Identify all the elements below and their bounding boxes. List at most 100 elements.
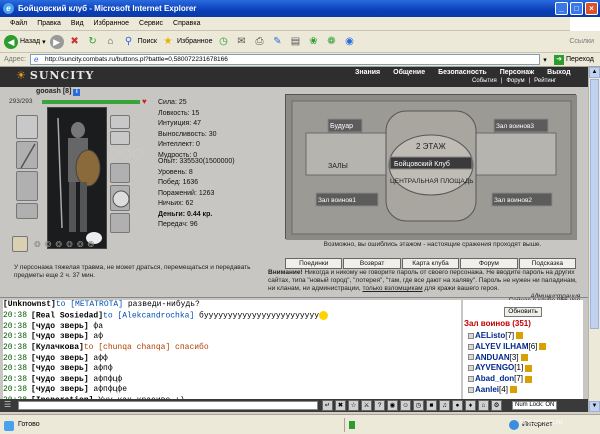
- scroll-up-icon[interactable]: ▲: [589, 67, 600, 78]
- chat-nick[interactable]: [чудо зверь]: [31, 354, 89, 363]
- chat-nick[interactable]: [чудо зверь]: [31, 385, 89, 394]
- filter-icon[interactable]: ☆: [348, 400, 359, 411]
- chat-nick[interactable]: [чудо зверь]: [31, 322, 89, 331]
- warning-link[interactable]: только взломщикам: [362, 285, 422, 292]
- smiley-icon[interactable]: ☺: [400, 400, 411, 411]
- back-button[interactable]: ◀ Назад ▾: [4, 34, 46, 49]
- dropdown-arrow-icon[interactable]: ▾: [42, 38, 46, 46]
- helmet-slot[interactable]: [16, 115, 38, 139]
- private-message-icon[interactable]: [468, 376, 474, 383]
- go-button[interactable]: ➜ Переход: [550, 54, 600, 65]
- menu-file[interactable]: Файл: [10, 20, 27, 27]
- player-row[interactable]: AEListo[7]: [468, 331, 546, 342]
- close-button[interactable]: ×: [585, 2, 598, 15]
- enter-icon[interactable]: ↵: [322, 400, 333, 411]
- private-message-icon[interactable]: [468, 332, 474, 339]
- map-central-square[interactable]: ЦЕНТРАЛЬНАЯ ПЛОЩАДЬ: [390, 178, 474, 185]
- minimize-button[interactable]: _: [555, 2, 568, 15]
- player-name[interactable]: Abad_don: [475, 374, 514, 383]
- scroll-down-icon[interactable]: ▼: [589, 401, 600, 412]
- settings-icon[interactable]: ⚙: [491, 400, 502, 411]
- maximize-button[interactable]: □: [570, 2, 583, 15]
- chat-recipient[interactable]: to [Alekcandrochka]: [103, 311, 194, 320]
- speaker-icon[interactable]: ♫: [439, 400, 450, 411]
- menu-view[interactable]: Вид: [71, 20, 84, 27]
- menu-tools[interactable]: Сервис: [139, 20, 163, 27]
- chat-recipient[interactable]: to [METATROTA]: [56, 300, 123, 309]
- character-avatar[interactable]: [47, 107, 107, 249]
- clear-icon[interactable]: ✖: [335, 400, 346, 411]
- home-game-icon[interactable]: ⌂: [478, 400, 489, 411]
- chat-time[interactable]: 20:38: [3, 375, 27, 384]
- palette-icon[interactable]: ◉: [387, 400, 398, 411]
- chat-nick[interactable]: [чудо зверь]: [31, 375, 89, 384]
- chat-time[interactable]: 20:38: [3, 322, 27, 331]
- armor-slot[interactable]: [16, 171, 38, 201]
- chat-time[interactable]: 20:38: [3, 343, 27, 352]
- mail-icon[interactable]: ✉: [234, 35, 248, 49]
- nav-communication[interactable]: Общение: [393, 69, 425, 76]
- forum-button[interactable]: Форум: [460, 258, 518, 269]
- nav-rating[interactable]: Рейтинг: [534, 78, 556, 84]
- player-row[interactable]: AYVENGO[1]: [468, 363, 546, 374]
- chat-time[interactable]: 20:38: [3, 354, 27, 363]
- private-message-icon[interactable]: [468, 386, 474, 393]
- gloves-slot[interactable]: [110, 163, 130, 183]
- nav-security[interactable]: Безопасность: [438, 69, 487, 76]
- chat-time[interactable]: 20:38: [3, 332, 27, 341]
- menu-help[interactable]: Справка: [173, 20, 200, 27]
- nav-events[interactable]: События: [472, 78, 497, 84]
- nav-knowledge[interactable]: Знания: [355, 69, 380, 76]
- player-row[interactable]: ALYEV ILHAM[6]: [468, 342, 547, 353]
- edit-icon[interactable]: ✎: [270, 35, 284, 49]
- history-icon[interactable]: ◷: [216, 35, 230, 49]
- map-fight-club[interactable]: Бойцовский Клуб: [394, 160, 450, 168]
- chat-time[interactable]: 20:38: [3, 364, 27, 373]
- shield-slot[interactable]: [110, 185, 130, 211]
- player-name[interactable]: AYVENGO: [475, 363, 514, 372]
- sword-icon[interactable]: ⚔: [361, 400, 372, 411]
- menu-favorites[interactable]: Избранное: [94, 20, 129, 27]
- clock-icon[interactable]: ◷: [413, 400, 424, 411]
- media-icon[interactable]: ◉: [342, 35, 356, 49]
- address-dropdown-icon[interactable]: ▾: [540, 56, 550, 64]
- chat-time[interactable]: 20:38: [3, 385, 27, 394]
- earrings-slot[interactable]: [110, 131, 130, 145]
- player-row[interactable]: Abad_don[7]: [468, 374, 546, 385]
- boots-slot[interactable]: [110, 213, 130, 233]
- help-icon[interactable]: ?: [374, 400, 385, 411]
- menu-edit[interactable]: Правка: [37, 20, 61, 27]
- chat-nick[interactable]: [Unknownst]: [3, 300, 56, 309]
- hint-button[interactable]: Подсказка: [518, 258, 577, 269]
- map-hall-warriors-2[interactable]: Зал воинов2: [494, 197, 532, 204]
- player-name[interactable]: ANDUAN: [475, 353, 510, 362]
- chat-nick[interactable]: [Кулачкова]: [31, 343, 84, 352]
- private-message-icon[interactable]: [468, 343, 474, 350]
- club-map-button[interactable]: Карта клуба: [401, 258, 460, 269]
- ring-slot-1[interactable]: [109, 149, 119, 159]
- player-info-icon[interactable]: [520, 353, 528, 361]
- return-button[interactable]: Возврат: [343, 258, 401, 269]
- player-name[interactable]: ALYEV ILHAM: [475, 342, 529, 351]
- stop-icon[interactable]: ✖: [68, 35, 82, 49]
- player-info-icon[interactable]: [516, 332, 524, 340]
- print-icon[interactable]: ⎙: [252, 35, 266, 49]
- info-icon[interactable]: i: [73, 89, 81, 96]
- search-button[interactable]: ⚲ Поиск: [122, 35, 157, 49]
- player-info-icon[interactable]: [509, 386, 517, 394]
- home-icon[interactable]: ⌂: [104, 35, 118, 49]
- belt-slot[interactable]: [16, 203, 38, 219]
- lock-icon[interactable]: ■: [426, 400, 437, 411]
- site-logo[interactable]: ☀ SUNCITY: [16, 69, 94, 82]
- ring-slot-3[interactable]: [133, 149, 143, 159]
- trauma-icon[interactable]: [12, 236, 28, 252]
- nav-character[interactable]: Персонаж: [500, 69, 534, 76]
- gift-icon[interactable]: ♦: [465, 400, 476, 411]
- address-input[interactable]: http://suncity.combats.ru/buttons.pl?bat…: [29, 54, 540, 65]
- nav-exit[interactable]: Выход: [547, 69, 570, 76]
- messenger-icon[interactable]: ❀: [306, 35, 320, 49]
- chat-nick[interactable]: [чудо зверь]: [31, 364, 89, 373]
- player-info-icon[interactable]: [525, 375, 533, 383]
- duels-button[interactable]: Поединки: [285, 258, 343, 269]
- ring-slot-2[interactable]: [121, 149, 131, 159]
